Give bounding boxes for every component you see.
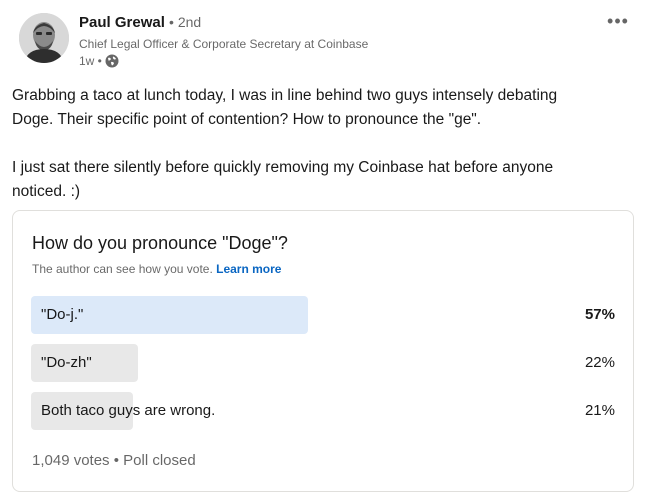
post-text-line: noticed. :) xyxy=(12,183,81,200)
poll-footer: 1,049 votes • Poll closed xyxy=(32,452,196,469)
poll-question: How do you pronounce "Doge"? xyxy=(32,233,288,253)
author-avatar[interactable] xyxy=(19,13,69,63)
post-text: Grabbing a taco at lunch today, I was in… xyxy=(12,84,640,204)
poll-option-percent: 57% xyxy=(584,306,615,323)
poll-option-percent: 22% xyxy=(584,354,615,371)
author-name[interactable]: Paul Grewal xyxy=(79,14,165,31)
post-time: 1w • xyxy=(79,54,102,68)
poll-option-percent: 21% xyxy=(584,402,615,419)
avatar-photo-icon xyxy=(19,13,69,63)
post-text-line: Doge. Their specific point of contention… xyxy=(12,111,482,128)
author-name-line[interactable]: Paul Grewal • 2nd xyxy=(79,14,201,31)
connection-degree: • 2nd xyxy=(169,14,202,30)
author-headline: Chief Legal Officer & Corporate Secretar… xyxy=(79,37,369,51)
poll-option-label: "Do-zh" xyxy=(41,354,92,371)
post-text-line: Grabbing a taco at lunch today, I was in… xyxy=(12,87,558,104)
feed-post: Paul Grewal • 2nd Chief Legal Officer & … xyxy=(0,0,652,501)
post-header: Paul Grewal • 2nd Chief Legal Officer & … xyxy=(16,10,636,74)
more-options-icon: ••• xyxy=(607,10,629,31)
poll-option[interactable]: "Do-zh" 22% xyxy=(31,344,615,382)
poll-note-text: The author can see how you vote. xyxy=(32,262,213,276)
post-meta: 1w • xyxy=(79,54,119,68)
poll-note: The author can see how you vote. Learn m… xyxy=(32,262,281,276)
poll-option-label: Both taco guys are wrong. xyxy=(41,402,216,419)
poll-option[interactable]: "Do-j." 57% xyxy=(31,296,615,334)
globe-icon xyxy=(105,54,119,68)
poll-card: How do you pronounce "Doge"? The author … xyxy=(12,210,634,492)
learn-more-link[interactable]: Learn more xyxy=(216,262,281,276)
poll-option-label: "Do-j." xyxy=(41,306,84,323)
poll-option[interactable]: Both taco guys are wrong. 21% xyxy=(31,392,615,430)
post-text-line: I just sat there silently before quickly… xyxy=(12,159,554,176)
more-options-button[interactable]: ••• xyxy=(604,10,632,32)
